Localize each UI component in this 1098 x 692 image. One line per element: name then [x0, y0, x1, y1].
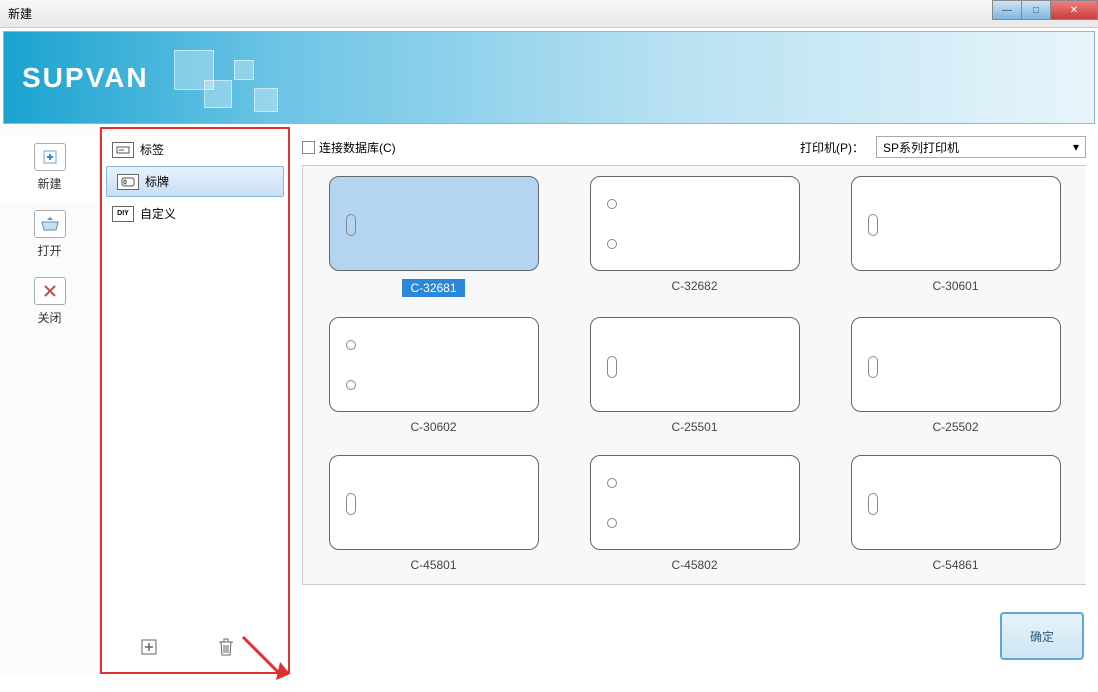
template-preview[interactable] [590, 176, 800, 271]
ok-button-label: 确定 [1030, 628, 1054, 645]
category-plate-text: 标牌 [145, 173, 169, 190]
brand-logo: SUPVAN [22, 62, 149, 94]
checkbox-icon [302, 141, 315, 154]
plate-icon [117, 174, 139, 190]
slot-hole-icon [868, 493, 878, 515]
category-label-tag-text: 标签 [140, 141, 164, 158]
template-preview[interactable] [851, 455, 1061, 550]
template-label: C-25502 [932, 420, 978, 434]
template-label: C-54861 [932, 558, 978, 572]
window-title: 新建 [8, 5, 32, 22]
template-preview[interactable] [590, 455, 800, 550]
template-item[interactable]: C-30602 [313, 317, 554, 436]
delete-button[interactable] [218, 638, 236, 656]
template-grid: C-32681 C-32682 C-30601 C-30602 C-25501 C-255… [302, 165, 1086, 585]
category-label-tag[interactable]: 标签 [102, 135, 288, 164]
template-item[interactable]: C-32681 [313, 176, 554, 299]
template-item[interactable]: C-25501 [574, 317, 815, 436]
circle-hole-icon [346, 340, 356, 350]
template-item[interactable]: C-32682 [574, 176, 815, 299]
circle-hole-icon [346, 380, 356, 390]
template-preview[interactable] [329, 317, 539, 412]
connect-db-checkbox[interactable]: 连接数据库(C) [302, 139, 396, 156]
circle-hole-icon [607, 518, 617, 528]
category-diy[interactable]: DIY 自定义 [102, 199, 288, 228]
connect-db-label: 连接数据库(C) [319, 139, 396, 156]
slot-hole-icon [346, 493, 356, 515]
toolbar-open-label: 打开 [0, 242, 99, 259]
category-diy-text: 自定义 [140, 205, 176, 222]
template-preview[interactable] [851, 176, 1061, 271]
close-icon [34, 277, 66, 305]
main-panel: 连接数据库(C) 打印机(P)： SP系列打印机 ▾ C-32681C-3268… [290, 127, 1098, 674]
diy-icon: DIY [112, 206, 134, 222]
circle-hole-icon [607, 239, 617, 249]
template-label: C-32681 [402, 279, 464, 297]
left-toolbar: 新建 打开 关闭 [0, 127, 100, 674]
printer-label: 打印机(P)： [800, 139, 864, 156]
template-label: C-45802 [671, 558, 717, 572]
template-label: C-25501 [671, 420, 717, 434]
window-titlebar: 新建 — □ ✕ [0, 0, 1098, 28]
toolbar-close-label: 关闭 [0, 309, 99, 326]
slot-hole-icon [868, 356, 878, 378]
toolbar-open[interactable]: 打开 [0, 202, 99, 269]
template-label: C-30602 [410, 420, 456, 434]
printer-selected-value: SP系列打印机 [883, 139, 959, 156]
template-item[interactable]: C-30601 [835, 176, 1076, 299]
template-item[interactable]: C-45802 [574, 455, 815, 574]
category-panel: 标签 标牌 DIY 自定义 [100, 127, 290, 674]
slot-hole-icon [607, 356, 617, 378]
slot-hole-icon [346, 214, 356, 236]
window-close-button[interactable]: ✕ [1050, 0, 1098, 20]
window-maximize-button[interactable]: □ [1021, 0, 1051, 20]
footer: 确定 [0, 608, 1098, 668]
template-label: C-45801 [410, 558, 456, 572]
template-item[interactable]: C-25502 [835, 317, 1076, 436]
template-label: C-30601 [932, 279, 978, 293]
add-page-button[interactable] [140, 638, 158, 656]
printer-select[interactable]: SP系列打印机 ▾ [876, 136, 1086, 158]
app-header: SUPVAN [3, 31, 1095, 124]
template-label: C-32682 [671, 279, 717, 293]
chevron-down-icon: ▾ [1073, 140, 1079, 154]
toolbar-close[interactable]: 关闭 [0, 269, 99, 336]
toolbar-new-label: 新建 [0, 175, 99, 192]
template-preview[interactable] [329, 455, 539, 550]
template-preview[interactable] [851, 317, 1061, 412]
new-icon [34, 143, 66, 171]
open-icon [34, 210, 66, 238]
circle-hole-icon [607, 478, 617, 488]
template-item[interactable]: C-54861 [835, 455, 1076, 574]
tag-icon [112, 142, 134, 158]
ok-button[interactable]: 确定 [1000, 612, 1084, 660]
template-preview[interactable] [590, 317, 800, 412]
window-minimize-button[interactable]: — [992, 0, 1022, 20]
slot-hole-icon [868, 214, 878, 236]
category-plate[interactable]: 标牌 [106, 166, 284, 197]
template-item[interactable]: C-45801 [313, 455, 554, 574]
circle-hole-icon [607, 199, 617, 209]
toolbar-new[interactable]: 新建 [0, 135, 99, 202]
template-preview[interactable] [329, 176, 539, 271]
